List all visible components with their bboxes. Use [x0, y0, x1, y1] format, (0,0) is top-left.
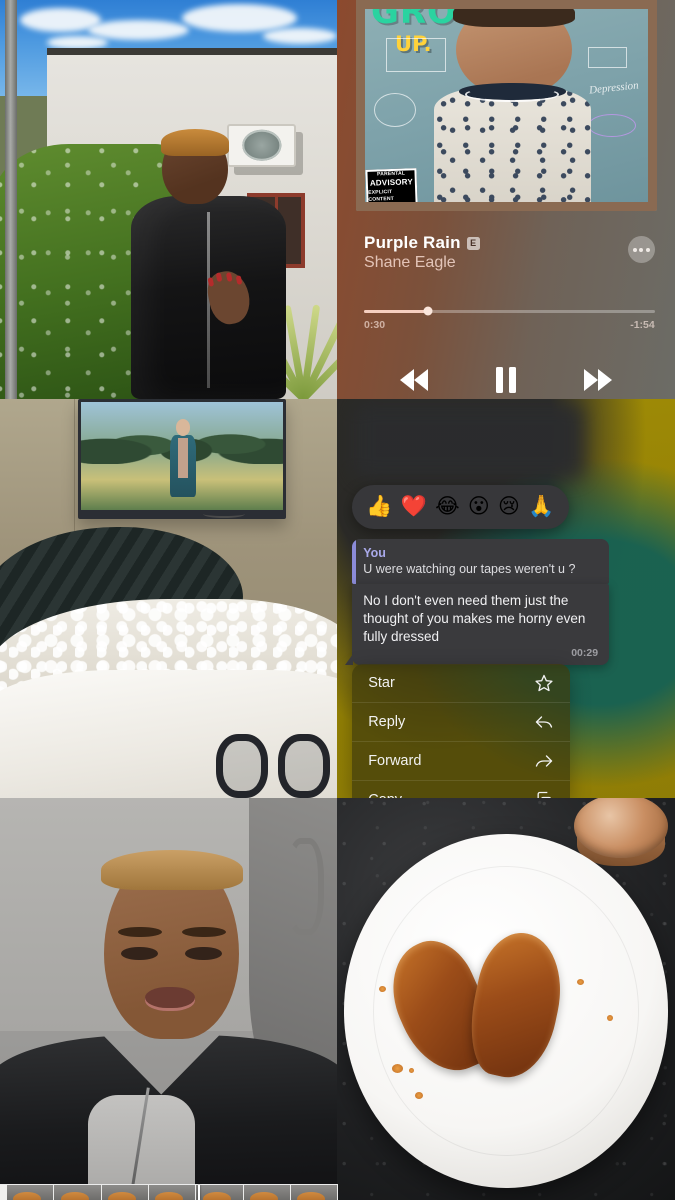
reaction-heart-icon[interactable]: ❤️ — [401, 496, 427, 517]
television — [77, 399, 287, 519]
tv-screen — [80, 402, 284, 510]
explicit-badge: E — [466, 236, 480, 250]
pause-button[interactable] — [496, 367, 516, 394]
context-menu-item-forward[interactable]: Forward — [352, 742, 571, 782]
reaction-surprised-icon[interactable]: 😮 — [468, 496, 490, 517]
message-bubble[interactable]: No I don't even need them just the thoug… — [345, 583, 610, 665]
sauce-droplet — [606, 1014, 613, 1021]
reply-arrow-icon — [534, 712, 554, 732]
collage-cell-chicken-plate[interactable] — [337, 798, 675, 1200]
context-menu-label: Reply — [368, 714, 406, 731]
lens-left — [215, 734, 269, 798]
lens-right — [277, 734, 331, 798]
context-menu-item-reply[interactable]: Reply — [352, 703, 571, 743]
reaction-thumbs-up-icon[interactable]: 👍 — [366, 496, 392, 517]
filmstrip-thumbnail[interactable] — [101, 1185, 149, 1200]
collage-cell-music-player[interactable]: GROW UP. Depression PARENTAL ADVISORY EX… — [337, 0, 675, 399]
context-menu-item-copy[interactable]: Copy — [352, 781, 570, 798]
reaction-sad-icon[interactable]: 😢 — [498, 496, 520, 517]
quote-author: You — [363, 545, 386, 560]
sauce-droplet — [408, 1067, 414, 1073]
collage-cell-chat[interactable]: 👍 ❤️ 😂 😮 😢 🙏 You U were watching our tap… — [337, 399, 675, 798]
pause-icon — [509, 367, 516, 394]
track-title-row: Purple Rain E — [364, 233, 480, 253]
rewind-icon — [414, 369, 428, 392]
fast-forward-icon — [584, 369, 598, 392]
forward-button[interactable] — [584, 369, 612, 392]
filmstrip-thumbnail[interactable] — [7, 1185, 55, 1200]
dot-icon — [645, 247, 650, 252]
forward-arrow-icon — [534, 751, 554, 771]
collage-cell-bedroom-tv[interactable] — [0, 399, 337, 798]
elapsed-time: 0:30 — [364, 318, 386, 331]
star-icon — [534, 673, 554, 693]
quoted-reply[interactable]: You U were watching our tapes weren't u … — [352, 538, 610, 584]
portrait-subject — [131, 128, 287, 399]
rewind-button[interactable] — [400, 369, 428, 392]
rewind-icon — [400, 369, 414, 392]
message-group[interactable]: You U were watching our tapes weren't u … — [345, 538, 610, 665]
selfie-hair — [101, 850, 243, 891]
eyeglasses — [215, 734, 331, 798]
dot-icon — [632, 247, 637, 252]
filmstrip-thumbnail[interactable] — [148, 1185, 197, 1200]
album-artwork[interactable]: GROW UP. Depression PARENTAL ADVISORY EX… — [355, 0, 657, 212]
subject-hair — [160, 128, 230, 156]
playback-scrubber[interactable]: 0:30 -1:54 — [364, 306, 655, 331]
video-scrubber-filmstrip[interactable] — [0, 1184, 339, 1200]
scrubber-fill — [364, 309, 428, 313]
dot-icon — [639, 247, 644, 252]
scrubber-handle[interactable] — [423, 306, 433, 316]
artwork-frame — [356, 0, 657, 211]
collage-cell-outdoor-portrait[interactable] — [0, 0, 337, 399]
metal-pole — [5, 0, 18, 399]
blurred-message-above — [353, 402, 584, 479]
pause-icon — [496, 367, 503, 394]
transport-controls — [337, 367, 675, 394]
filmstrip-thumbnail[interactable] — [290, 1185, 339, 1200]
cloud-icon — [87, 19, 189, 40]
fast-forward-icon — [598, 369, 612, 392]
track-title: Purple Rain — [364, 233, 461, 253]
track-artist: Shane Eagle — [364, 254, 456, 272]
reaction-laugh-icon[interactable]: 😂 — [435, 496, 460, 517]
copy-icon — [534, 790, 554, 798]
tv-scene-person — [169, 419, 197, 497]
filmstrip-cap — [0, 1185, 7, 1200]
filmstrip-thumbnail[interactable] — [196, 1185, 244, 1200]
track-info-row: Purple Rain E Shane Eagle — [364, 233, 655, 272]
message-context-menu[interactable]: Star Reply Forward Co — [352, 664, 571, 798]
filmstrip-thumbnail[interactable] — [54, 1185, 102, 1200]
more-options-button[interactable] — [627, 236, 655, 264]
reaction-picker[interactable]: 👍 ❤️ 😂 😮 😢 🙏 — [352, 484, 569, 529]
car-grab-handle — [286, 838, 324, 935]
filmstrip-playhead[interactable] — [197, 1185, 200, 1200]
filmstrip-thumbnail[interactable] — [243, 1185, 291, 1200]
context-menu-item-star[interactable]: Star — [352, 664, 571, 704]
quote-text: U were watching our tapes weren't u ? — [363, 561, 576, 576]
selfie-mouth — [144, 986, 196, 1012]
remaining-time: -1:54 — [630, 318, 655, 331]
context-menu-label: Forward — [368, 753, 422, 770]
message-timestamp: 00:29 — [571, 646, 599, 659]
scrubber-track[interactable] — [364, 306, 655, 316]
context-menu-label: Star — [368, 675, 395, 692]
cloud-icon — [181, 3, 297, 32]
collage-cell-car-selfie[interactable] — [0, 798, 337, 1200]
cloud-icon — [262, 27, 337, 44]
photo-collage: GROW UP. Depression PARENTAL ADVISORY EX… — [0, 0, 675, 1200]
tv-cable — [202, 510, 245, 518]
reaction-pray-icon[interactable]: 🙏 — [528, 496, 554, 517]
message-text: No I don't even need them just the thoug… — [363, 592, 586, 644]
scrubber-times: 0:30 -1:54 — [364, 319, 655, 331]
white-plate — [343, 834, 669, 1188]
quote-accent-bar — [352, 538, 357, 584]
